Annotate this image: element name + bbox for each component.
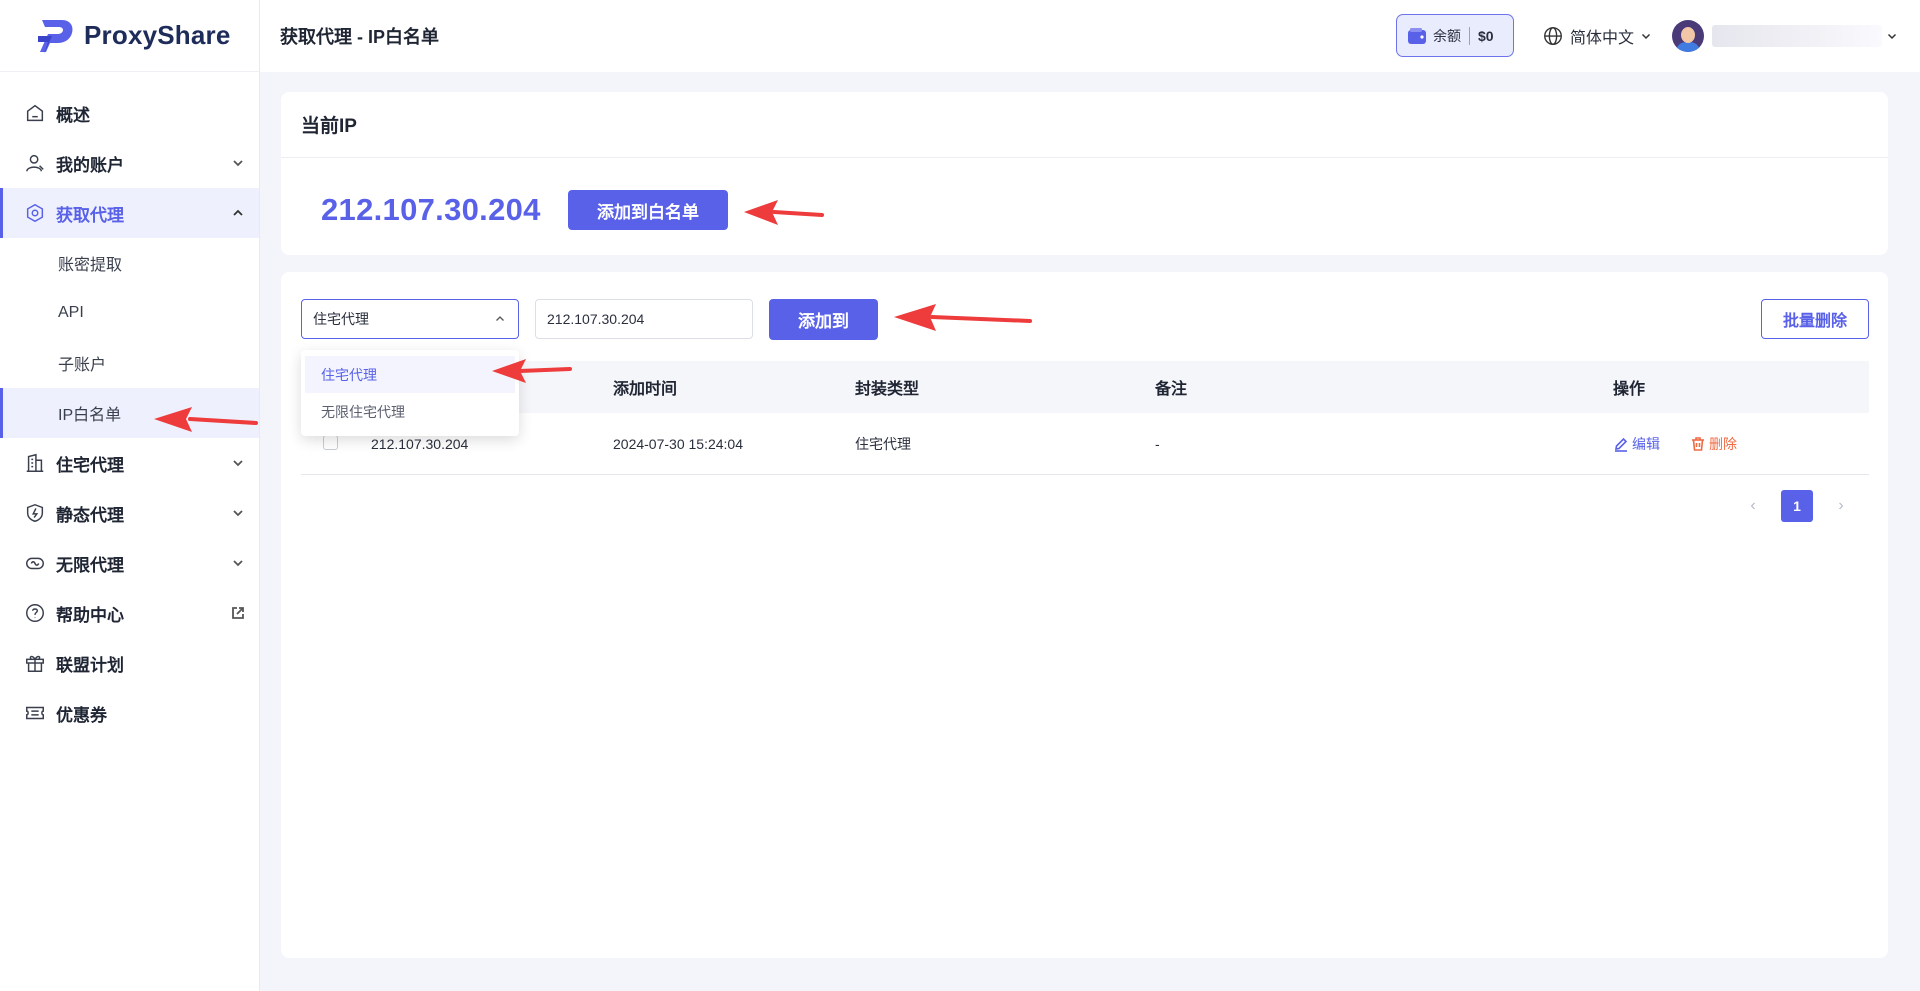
chevron-down-icon — [231, 455, 245, 469]
add-to-whitelist-button[interactable]: 添加到白名单 — [568, 190, 728, 230]
trash-icon — [1692, 436, 1704, 451]
sidebar-item-get-proxy[interactable]: 获取代理 — [0, 188, 259, 238]
sidebar-subitem-api[interactable]: API — [0, 288, 259, 338]
column-header-type: 封装类型 — [855, 381, 920, 398]
current-ip-card: 当前IP 212.107.30.204 添加到白名单 — [281, 92, 1888, 255]
sidebar-item-coupons[interactable]: 优惠券 — [0, 688, 259, 738]
chevron-down-icon — [231, 555, 245, 569]
column-header-note: 备注 — [1155, 381, 1188, 398]
coupon-icon — [24, 702, 46, 724]
language-selector[interactable]: 简体中文 — [1542, 24, 1652, 48]
sidebar-item-label: 帮助中心 — [56, 605, 124, 625]
dropdown-option-residential[interactable]: 住宅代理 — [305, 356, 515, 393]
hexagon-icon — [24, 202, 46, 224]
balance-label: 余额 — [1433, 27, 1461, 44]
edit-button[interactable]: 编辑 — [1613, 434, 1660, 454]
sidebar-item-label: 联盟计划 — [56, 655, 124, 675]
annotation-arrow-icon — [490, 357, 572, 385]
building-icon — [24, 452, 46, 474]
username-redacted — [1712, 25, 1882, 47]
user-menu[interactable] — [1672, 20, 1898, 52]
wallet-icon — [1408, 27, 1426, 44]
balance-amount: $0 — [1478, 27, 1494, 44]
cell-ip: 212.107.30.204 — [371, 435, 469, 452]
dropdown-option-unlimited-residential[interactable]: 无限住宅代理 — [301, 393, 519, 430]
select-value: 住宅代理 — [313, 311, 369, 327]
next-page-icon[interactable]: › — [1829, 490, 1853, 522]
sidebar-item-my-account[interactable]: 我的账户 — [0, 138, 259, 188]
sidebar-item-label: 我的账户 — [56, 155, 124, 175]
column-header-time: 添加时间 — [613, 381, 678, 398]
brand[interactable]: ProxyShare — [0, 0, 259, 72]
globe-icon — [1544, 27, 1562, 45]
pagination: ‹ 1 › — [1741, 490, 1853, 522]
sidebar-item-unlimited-proxy[interactable]: 无限代理 — [0, 538, 259, 588]
external-link-icon — [231, 605, 245, 619]
chevron-down-icon — [231, 505, 245, 519]
help-icon — [24, 602, 46, 624]
ip-input[interactable] — [535, 299, 753, 339]
sidebar-item-static-proxy[interactable]: 静态代理 — [0, 488, 259, 538]
user-icon — [24, 152, 46, 174]
sidebar-subitem-credentials[interactable]: 账密提取 — [0, 238, 259, 288]
sidebar-item-label: 住宅代理 — [56, 455, 124, 475]
row-checkbox[interactable] — [323, 434, 338, 450]
current-ip-value: 212.107.30.204 — [321, 192, 541, 227]
top-header: 获取代理 - IP白名单 余额 $0 简体中文 — [260, 0, 1920, 72]
sidebar-item-residential-proxy[interactable]: 住宅代理 — [0, 438, 259, 488]
proxy-type-select[interactable]: 住宅代理 — [301, 299, 519, 339]
divider — [1469, 26, 1470, 45]
proxy-type-dropdown: 住宅代理 无限住宅代理 — [301, 350, 519, 436]
home-icon — [24, 102, 46, 124]
balance-button[interactable]: 余额 $0 — [1396, 14, 1514, 57]
sidebar-item-overview[interactable]: 概述 — [0, 88, 259, 138]
sidebar-item-label: 静态代理 — [56, 505, 124, 525]
annotation-arrow-icon — [892, 302, 1032, 334]
proxyshare-logo-icon — [38, 19, 73, 54]
chevron-down-icon — [231, 155, 245, 169]
batch-delete-button[interactable]: 批量删除 — [1761, 299, 1869, 339]
page-number[interactable]: 1 — [1781, 490, 1813, 522]
delete-label: 删除 — [1709, 435, 1737, 452]
sidebar-item-help-center[interactable]: 帮助中心 — [0, 588, 259, 638]
cell-time: 2024-07-30 15:24:04 — [613, 435, 743, 452]
chevron-up-icon — [231, 205, 245, 219]
edit-icon — [1615, 437, 1628, 452]
gift-icon — [24, 652, 46, 674]
sidebar-item-label: 获取代理 — [56, 205, 124, 225]
prev-page-icon[interactable]: ‹ — [1741, 490, 1765, 522]
sidebar-subitem-sub-accounts[interactable]: 子账户 — [0, 338, 259, 388]
cell-note: - — [1155, 435, 1160, 452]
sidebar-item-label: 无限代理 — [56, 555, 124, 575]
brand-name: ProxyShare — [84, 20, 231, 50]
table-row: 212.107.30.204 2024-07-30 15:24:04 住宅代理 … — [301, 413, 1869, 475]
chevron-down-icon — [1887, 33, 1897, 40]
delete-button[interactable]: 删除 — [1690, 434, 1737, 454]
infinity-icon — [24, 552, 46, 574]
sidebar-item-label: 优惠券 — [56, 705, 107, 725]
add-to-button[interactable]: 添加到 — [769, 299, 878, 340]
card-title: 当前IP — [281, 92, 1888, 158]
sidebar-item-affiliate[interactable]: 联盟计划 — [0, 638, 259, 688]
edit-label: 编辑 — [1632, 435, 1660, 452]
column-header-actions: 操作 — [1613, 381, 1646, 398]
sidebar: ProxyShare 概述 我的账户 获取代理 账密提取 API 子账户 IP白… — [0, 0, 260, 991]
chevron-down-icon — [1641, 33, 1651, 40]
language-label: 简体中文 — [1570, 30, 1635, 47]
avatar — [1672, 20, 1704, 52]
annotation-arrow-icon — [742, 198, 824, 228]
sidebar-item-label: 概述 — [56, 105, 90, 125]
chevron-up-icon — [496, 316, 504, 321]
cell-actions: 编辑 删除 — [1613, 434, 1869, 454]
shield-bolt-icon — [24, 502, 46, 524]
annotation-arrow-icon — [152, 405, 258, 435]
page-title: 获取代理 - IP白名单 — [280, 27, 440, 47]
scrollbar[interactable] — [1910, 72, 1920, 991]
cell-type: 住宅代理 — [855, 435, 911, 452]
